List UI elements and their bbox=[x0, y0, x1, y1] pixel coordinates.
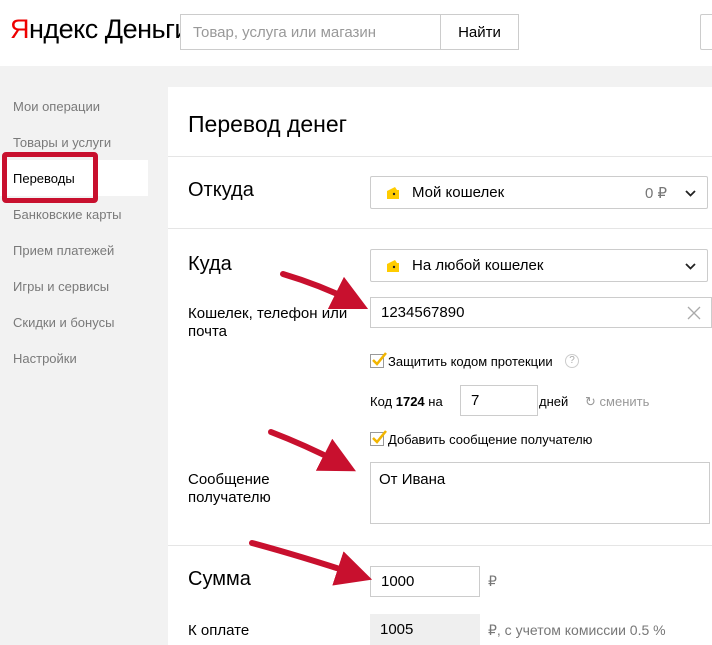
message-checkbox[interactable] bbox=[370, 430, 387, 446]
days-input[interactable]: 7 bbox=[460, 385, 538, 416]
sidebar-item-discounts[interactable]: Скидки и бонусы bbox=[13, 315, 114, 330]
protection-code: 1724 bbox=[395, 394, 425, 409]
refresh-label: сменить bbox=[599, 394, 650, 409]
commission-note: ₽, с учетом комиссии 0.5 % bbox=[488, 622, 666, 638]
message-checkbox-row[interactable]: Добавить сообщение получателю bbox=[370, 430, 610, 449]
logo-text: ндекс Деньги bbox=[29, 14, 190, 44]
protect-checkbox-row[interactable]: Защитить кодом протекции ? bbox=[370, 352, 600, 371]
divider bbox=[168, 156, 712, 157]
header-right-button[interactable] bbox=[700, 14, 712, 50]
code-on: на bbox=[428, 394, 443, 409]
amount-label: Сумма bbox=[188, 568, 251, 590]
search-input[interactable] bbox=[180, 14, 440, 50]
wallet-icon bbox=[387, 260, 399, 272]
highlight-frame bbox=[2, 152, 98, 203]
protect-label: Защитить кодом протекции bbox=[388, 354, 553, 369]
amount-currency: ₽ bbox=[488, 573, 497, 589]
recipient-input[interactable]: 1234567890 bbox=[370, 297, 712, 328]
to-wallet-select[interactable]: На любой кошелек bbox=[370, 249, 708, 282]
help-icon[interactable]: ? bbox=[565, 354, 579, 368]
logo[interactable]: Яндекс Деньги bbox=[10, 14, 190, 45]
from-wallet-name: Мой кошелек bbox=[412, 184, 505, 201]
transfer-form: Перевод денег Откуда Мой кошелек 0 ₽ Куд… bbox=[168, 87, 712, 645]
sidebar: Мои операции Товары и услуги Переводы Ба… bbox=[0, 66, 168, 645]
to-label: Куда bbox=[188, 253, 232, 275]
from-wallet-select[interactable]: Мой кошелек 0 ₽ bbox=[370, 176, 708, 209]
sidebar-item-games[interactable]: Игры и сервисы bbox=[13, 279, 109, 294]
to-pay-label: К оплате bbox=[188, 622, 250, 639]
divider bbox=[168, 228, 712, 229]
header: Яндекс Деньги Найти bbox=[0, 0, 712, 66]
message-textarea[interactable]: От Ивана bbox=[370, 462, 710, 524]
code-prefix: Код bbox=[370, 394, 393, 409]
checkmark-icon bbox=[372, 352, 387, 366]
protection-code-row: Код 1724 на bbox=[370, 394, 443, 409]
from-wallet-balance: 0 ₽ bbox=[644, 185, 667, 202]
recipient-value: 1234567890 bbox=[381, 304, 465, 321]
logo-letter: Я bbox=[10, 14, 30, 44]
sidebar-item-bank-cards[interactable]: Банковские карты bbox=[13, 207, 122, 222]
message-value: От Ивана bbox=[379, 471, 446, 488]
to-wallet-name: На любой кошелек bbox=[412, 257, 544, 274]
sidebar-item-operations[interactable]: Мои операции bbox=[13, 99, 100, 114]
divider bbox=[168, 545, 712, 546]
days-value: 7 bbox=[471, 392, 480, 409]
chevron-down-icon bbox=[685, 190, 696, 197]
message-label: Сообщение получателю bbox=[188, 471, 271, 506]
refresh-code-button[interactable]: ↻ сменить bbox=[585, 394, 649, 410]
sidebar-item-settings[interactable]: Настройки bbox=[13, 351, 77, 366]
page-title: Перевод денег bbox=[188, 111, 348, 137]
from-label: Откуда bbox=[188, 179, 254, 201]
sidebar-item-payments[interactable]: Прием платежей bbox=[13, 243, 114, 258]
days-label: дней bbox=[539, 394, 569, 409]
chevron-down-icon bbox=[685, 263, 696, 270]
protect-checkbox[interactable] bbox=[370, 352, 387, 368]
close-icon[interactable] bbox=[687, 306, 701, 320]
recipient-label: Кошелек, телефон или почта bbox=[188, 305, 348, 340]
amount-value: 1000 bbox=[381, 573, 415, 590]
amount-input[interactable]: 1000 bbox=[370, 566, 480, 597]
search-button[interactable]: Найти bbox=[440, 14, 519, 50]
refresh-icon: ↻ bbox=[585, 394, 596, 409]
message-checkbox-label: Добавить сообщение получателю bbox=[388, 432, 593, 447]
to-pay-value: 1005 bbox=[370, 614, 480, 645]
wallet-icon bbox=[387, 187, 399, 199]
sidebar-item-goods[interactable]: Товары и услуги bbox=[13, 135, 111, 150]
checkmark-icon bbox=[372, 430, 387, 444]
